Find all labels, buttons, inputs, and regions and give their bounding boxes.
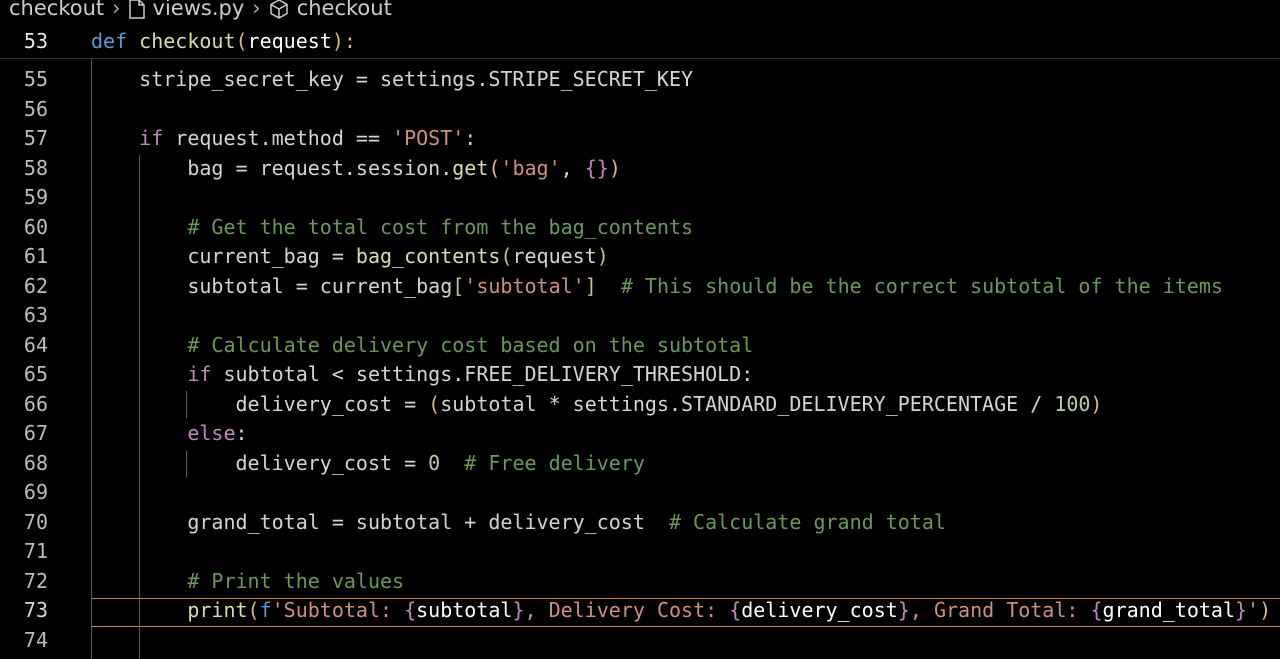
code-line[interactable]: 63 [0, 301, 1280, 330]
code-text: if request.method == 'POST': [139, 126, 477, 150]
code-text: # Get the total cost from the bag_conten… [187, 214, 694, 239]
function-name-token: checkout [139, 29, 236, 53]
line-number: 55 [23, 67, 48, 91]
code-line[interactable]: 58 bag = request.session.get('bag', {}) [0, 154, 1280, 183]
code-line[interactable]: 74 [0, 626, 1280, 655]
current-line-highlight [91, 598, 1280, 627]
indent-guide [139, 155, 140, 659]
code-line[interactable]: 69 [0, 478, 1280, 507]
bracket-token: ): [331, 29, 356, 53]
code-text: # Print the values [187, 568, 405, 593]
code-line[interactable]: 61 current_bag = bag_contents(request) [0, 242, 1280, 271]
line-number: 58 [23, 155, 48, 180]
line-number: 53 [23, 29, 48, 53]
breadcrumb-file[interactable]: views.py [153, 0, 245, 19]
code-line[interactable]: 65 if subtotal < settings.FREE_DELIVERY_… [0, 360, 1280, 389]
line-number: 65 [23, 362, 48, 386]
line-number: 57 [23, 126, 48, 150]
line-number: 56 [23, 96, 48, 121]
code-line[interactable]: 71 [0, 537, 1280, 566]
param-token: request [247, 29, 332, 53]
code-line[interactable]: 62 subtotal = current_bag['subtotal'] # … [0, 272, 1280, 301]
line-number: 71 [23, 539, 48, 563]
code-line[interactable]: 68 delivery_cost = 0 # Free delivery [0, 449, 1280, 478]
indent-guide [186, 391, 187, 418]
line-number: 69 [23, 480, 48, 504]
code-line[interactable]: 67 else: [0, 419, 1280, 448]
bracket-token: ( [235, 29, 248, 53]
code-line[interactable]: 59 [0, 183, 1280, 212]
code-line[interactable]: 72 # Print the values [0, 567, 1280, 596]
breadcrumb: checkout › views.py › checkout [0, 0, 1280, 19]
line-number: 68 [23, 450, 48, 475]
code-line[interactable]: 60 # Get the total cost from the bag_con… [0, 213, 1280, 242]
line-number: 66 [23, 391, 48, 416]
line-number: 60 [23, 214, 48, 239]
chevron-right-icon: › [112, 0, 121, 20]
indent-guide [186, 450, 187, 477]
breadcrumb-folder[interactable]: checkout [9, 0, 104, 19]
code-text: else: [187, 421, 248, 445]
code-line[interactable]: 55 stripe_secret_key = settings.STRIPE_S… [0, 65, 1280, 94]
code-text: delivery_cost = 0 # Free delivery [91, 450, 645, 475]
code-text: def checkout(request): [91, 27, 356, 56]
breadcrumb-symbol[interactable]: checkout [297, 0, 392, 19]
line-number: 62 [23, 273, 48, 298]
code-line[interactable]: 66 delivery_cost = (subtotal * settings.… [0, 390, 1280, 419]
indent-guide [91, 59, 92, 659]
file-icon [128, 0, 153, 19]
keyword-token: def [91, 29, 128, 53]
line-number: 61 [23, 244, 48, 268]
chevron-right-icon: › [252, 0, 261, 20]
code-line[interactable]: 70 grand_total = subtotal + delivery_cos… [0, 508, 1280, 537]
code-text: if subtotal < settings.FREE_DELIVERY_THR… [187, 362, 754, 386]
code-text: # Calculate delivery cost based on the s… [187, 332, 754, 357]
line-number: 73 [23, 598, 48, 622]
sticky-scroll-line[interactable]: 53 def checkout(request): [0, 26, 1280, 59]
line-number: 63 [23, 303, 48, 327]
line-number: 59 [23, 185, 48, 209]
line-number: 74 [23, 627, 48, 652]
cube-icon [269, 0, 297, 19]
code-text: stripe_secret_key = settings.STRIPE_SECR… [91, 67, 694, 91]
code-line[interactable]: 56 [0, 95, 1280, 124]
line-number: 67 [23, 421, 48, 445]
code-text: delivery_cost = (subtotal * settings.STA… [91, 391, 1103, 416]
line-number: 64 [23, 332, 48, 357]
code-text: subtotal = current_bag['subtotal'] # Thi… [91, 273, 1223, 298]
code-text: grand_total = subtotal + delivery_cost #… [91, 509, 946, 534]
line-number: 72 [23, 568, 48, 593]
line-number: 70 [23, 509, 48, 534]
code-text: bag = request.session.get('bag', {}) [91, 155, 621, 180]
code-line[interactable]: 57 if request.method == 'POST': [0, 124, 1280, 153]
code-text: current_bag = bag_contents(request) [91, 244, 609, 268]
code-line[interactable]: 64 # Calculate delivery cost based on th… [0, 331, 1280, 360]
